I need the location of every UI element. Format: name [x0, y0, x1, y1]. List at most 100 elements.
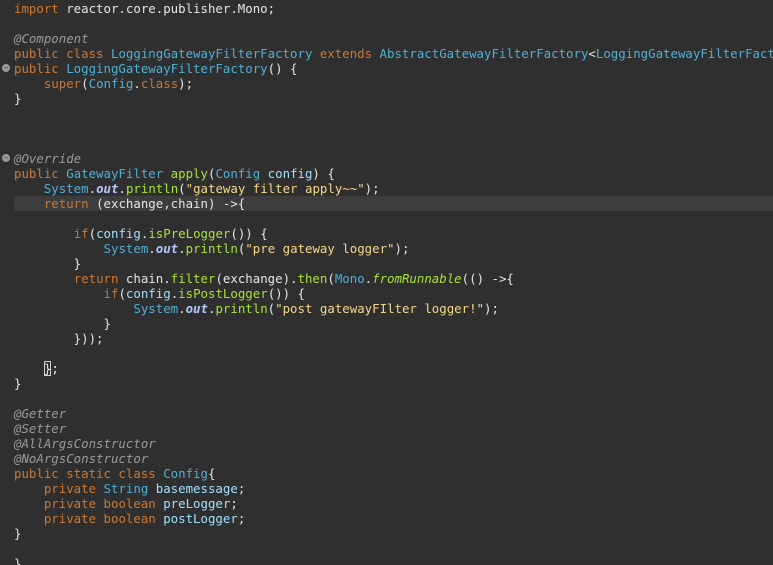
code-line[interactable]: [14, 391, 773, 406]
code-token: println: [125, 181, 179, 196]
code-line[interactable]: super(Config.class);: [14, 76, 773, 91]
code-line[interactable]: }: [14, 256, 773, 271]
code-token: filter: [170, 271, 216, 286]
code-line[interactable]: [14, 106, 773, 121]
code-token: apply: [170, 166, 208, 181]
code-token: System: [133, 301, 179, 316]
code-editor[interactable]: import reactor.core.publisher.Mono; @Comp…: [0, 0, 773, 565]
code-token: return: [73, 271, 126, 286]
code-line[interactable]: private boolean postLogger;: [14, 511, 773, 526]
current-line[interactable]: return (exchange,chain) ->{: [14, 196, 773, 211]
code-token: );: [394, 241, 410, 256]
code-line[interactable]: − public LoggingGatewayFilterFactory() {: [2, 61, 773, 76]
code-token: @NoArgsConstructor: [14, 451, 149, 466]
code-token: println: [215, 301, 268, 316]
code-token: (exchange,chain) ->{: [96, 196, 246, 211]
code-line[interactable]: @Component: [14, 31, 773, 46]
code-token: ;: [237, 481, 246, 496]
code-token: .: [88, 181, 97, 196]
code-token: super: [43, 76, 82, 91]
code-token: reactor.core.publisher.Mono;: [66, 1, 276, 16]
code-line[interactable]: [14, 136, 773, 151]
code-token: "gateway filter apply~~": [185, 181, 365, 196]
code-line[interactable]: import reactor.core.publisher.Mono;: [14, 1, 773, 16]
code-line[interactable]: [14, 346, 773, 361]
code-token: .: [178, 241, 186, 256]
fold-icon[interactable]: −: [2, 64, 10, 72]
code-line[interactable]: [14, 121, 773, 136]
code-line[interactable]: public GatewayFilter apply(Config config…: [14, 166, 773, 181]
code-token: {: [207, 466, 216, 481]
code-line[interactable]: public static class Config{: [14, 466, 773, 481]
code-token: }: [14, 526, 22, 541]
code-token: @Setter: [14, 421, 67, 436]
code-line[interactable]: @Setter: [14, 421, 773, 436]
code-token: }));: [14, 331, 104, 346]
code-line[interactable]: return chain.filter(exchange).then(Mono.…: [14, 271, 773, 286]
code-line[interactable]: [14, 211, 773, 226]
editor-gutter: [0, 0, 12, 565]
code-line[interactable]: }));: [14, 331, 773, 346]
code-token: }: [14, 376, 22, 391]
code-token: public static class: [14, 466, 164, 481]
code-token: config: [125, 286, 171, 301]
code-token: .: [133, 76, 141, 91]
code-token: if: [103, 286, 119, 301]
code-token: isPostLogger: [178, 286, 268, 301]
code-token: basemessage: [155, 481, 238, 496]
code-token: private: [43, 481, 104, 496]
code-line[interactable]: }: [14, 376, 773, 391]
code-token: .: [178, 301, 186, 316]
code-line[interactable]: − @Override: [2, 151, 773, 166]
code-token: return: [43, 196, 97, 211]
code-line[interactable]: private boolean preLogger;: [14, 496, 773, 511]
code-line[interactable]: System.out.println("pre gateway logger")…: [14, 241, 773, 256]
code-token: public: [14, 166, 67, 181]
code-line[interactable]: System.out.println("post gatewayFIlter l…: [14, 301, 773, 316]
code-token: AbstractGatewayFilterFactory: [379, 46, 589, 61]
code-line[interactable]: @Getter: [14, 406, 773, 421]
code-token: ()) {: [230, 226, 268, 241]
code-token: println: [185, 241, 238, 256]
code-line[interactable]: @NoArgsConstructor: [14, 451, 773, 466]
code-line[interactable]: };: [14, 361, 773, 376]
code-line[interactable]: }: [14, 526, 773, 541]
code-token: ) {: [312, 166, 335, 181]
code-token: (: [327, 271, 335, 286]
code-line[interactable]: }: [14, 556, 773, 565]
code-line[interactable]: [14, 16, 773, 31]
code-token: }: [14, 256, 82, 271]
code-token: Config: [163, 466, 208, 481]
code-line[interactable]: }: [14, 316, 773, 331]
code-token: );: [484, 301, 499, 316]
code-token: private boolean: [43, 496, 164, 511]
code-token: "pre gateway logger": [245, 241, 395, 256]
code-line[interactable]: }: [14, 91, 773, 106]
code-line[interactable]: private String basemessage;: [14, 481, 773, 496]
code-line[interactable]: System.out.println("gateway filter apply…: [14, 181, 773, 196]
code-token: out: [185, 301, 208, 316]
code-token: .: [118, 181, 126, 196]
code-token: }: [14, 316, 111, 331]
code-token: public class: [14, 46, 111, 61]
code-token: Config: [88, 76, 134, 91]
code-line[interactable]: if(config.isPostLogger()) {: [14, 286, 773, 301]
code-line[interactable]: public class LoggingGatewayFilterFactory…: [14, 46, 773, 61]
code-token: ()) {: [267, 286, 305, 301]
code-token: private boolean: [43, 511, 164, 526]
code-token: (: [178, 181, 186, 196]
code-token: public: [14, 61, 67, 76]
code-line[interactable]: if(config.isPreLogger()) {: [14, 226, 773, 241]
fold-icon[interactable]: −: [2, 154, 10, 162]
code-line[interactable]: @AllArgsConstructor: [14, 436, 773, 451]
code-area[interactable]: import reactor.core.publisher.Mono; @Comp…: [2, 1, 773, 565]
code-line[interactable]: [14, 541, 773, 556]
